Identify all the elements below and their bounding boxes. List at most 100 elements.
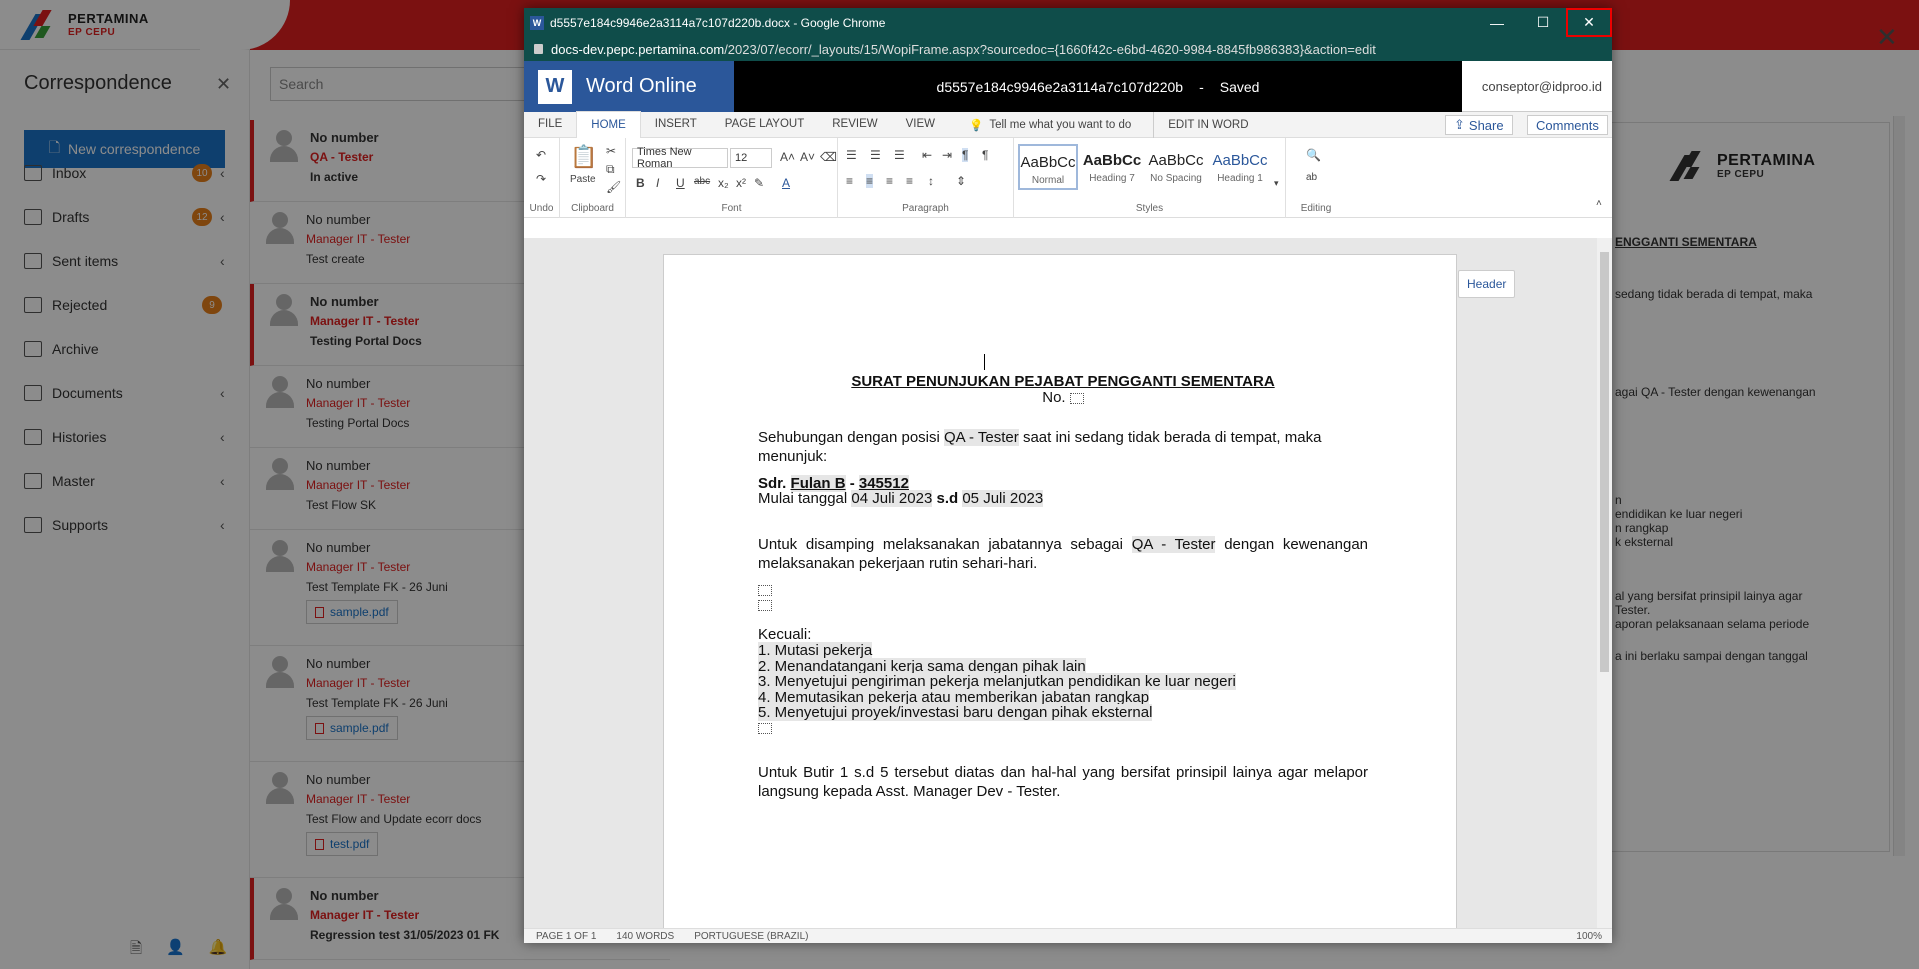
tab-page-layout[interactable]: PAGE LAYOUT: [711, 111, 818, 137]
style-name: Heading 1: [1217, 173, 1263, 184]
minimize-button[interactable]: —: [1474, 8, 1520, 37]
font-name-value: Times New Roman: [637, 146, 692, 170]
document-scrollbar[interactable]: [1597, 238, 1612, 928]
number-field: [1069, 392, 1084, 404]
styles-more-icon[interactable]: ▾: [1274, 178, 1279, 189]
align-left-icon[interactable]: ≡: [846, 174, 853, 188]
font-size-value: 12: [735, 152, 748, 164]
style-name: Heading 7: [1089, 173, 1135, 184]
font-size-combo[interactable]: 12: [730, 148, 772, 168]
font-name-combo[interactable]: Times New Roman: [632, 146, 728, 170]
copy-icon[interactable]: ⧉: [606, 162, 615, 177]
period-start-label: Mulai tanggal: [758, 490, 848, 507]
url-host: docs-dev.pepc.pertamina.com: [551, 41, 725, 57]
replace-icon[interactable]: ab: [1306, 172, 1317, 183]
bold-icon[interactable]: B: [636, 176, 645, 190]
word-brand[interactable]: W Word Online: [524, 61, 734, 112]
window-title: d5557e184c9946e2a3114a7c107d220b.docx - …: [550, 15, 886, 30]
style-heading-7[interactable]: AaBbCc Heading 7: [1082, 144, 1142, 190]
align-right-icon[interactable]: ≡: [886, 174, 893, 188]
shrink-font-icon[interactable]: A˅: [800, 150, 815, 164]
zoom-level[interactable]: 100%: [1576, 931, 1602, 942]
comments-button[interactable]: Comments: [1527, 115, 1608, 135]
justify-icon[interactable]: ≡: [906, 174, 913, 188]
subscript-icon[interactable]: x₂: [718, 176, 729, 190]
strikethrough-icon[interactable]: abc: [694, 176, 710, 187]
tab-home[interactable]: HOME: [576, 111, 641, 138]
ribbon-home: ↶ ↷ Undo 📋 Paste ✂ ⧉ 🖌 Clipboard Times N…: [524, 138, 1612, 218]
style-no-spacing[interactable]: AaBbCc No Spacing: [1146, 144, 1206, 190]
style-heading-1[interactable]: AaBbCc Heading 1: [1210, 144, 1270, 190]
style-name: Normal: [1031, 175, 1065, 186]
clipboard-group: 📋 Paste ✂ ⧉ 🖌 Clipboard: [560, 138, 626, 218]
find-icon[interactable]: 🔍: [1306, 148, 1321, 162]
field-placeholder-3: [758, 718, 1368, 737]
group-label-undo: Undo: [529, 203, 554, 214]
letter-number: No.: [758, 388, 1368, 407]
style-sample: AaBbCc: [1212, 152, 1268, 169]
word-app-bar: W Word Online d5557e184c9946e2a3114a7c10…: [524, 61, 1612, 112]
user-account[interactable]: conseptor@idproo.id: [1462, 61, 1612, 112]
decrease-indent-icon[interactable]: ⇤: [922, 148, 932, 162]
document-canvas[interactable]: SURAT PENUNJUKAN PEJABAT PENGGANTI SEMEN…: [524, 238, 1597, 928]
undo-icon[interactable]: ↶: [536, 148, 546, 162]
increase-indent-icon[interactable]: ⇥: [942, 148, 952, 162]
numbering-icon[interactable]: ☰: [870, 148, 881, 162]
styles-group: AaBbCc Normal AaBbCc Heading 7 AaBbCc No Spac…: [1014, 138, 1286, 218]
collapse-ribbon-icon[interactable]: ˄: [1596, 198, 1602, 209]
italic-icon[interactable]: I: [656, 176, 659, 190]
font-group: Times New Roman 12 A˄ A˅ ⌫ B I U abc x₂ …: [626, 138, 838, 218]
document-name-bar: d5557e184c9946e2a3114a7c107d220b - Saved: [734, 61, 1462, 112]
cut-icon[interactable]: ✂: [606, 144, 616, 158]
chrome-popup-window: W d5557e184c9946e2a3114a7c107d220b.docx …: [524, 8, 1612, 943]
edit-in-word-tab[interactable]: EDIT IN WORD: [1153, 111, 1262, 138]
header-button[interactable]: Header: [1458, 270, 1516, 298]
language[interactable]: PORTUGUESE (BRAZIL): [694, 931, 808, 942]
scrollbar-thumb[interactable]: [1600, 252, 1609, 672]
duties-text-a: Untuk disamping melaksanakan jabatannya …: [758, 536, 1123, 553]
paragraph-closing: Untuk Butir 1 s.d 5 tersebut diatas dan …: [758, 764, 1368, 800]
editing-group: 🔍 ab Editing: [1286, 138, 1346, 218]
style-sample: AaBbCc: [1082, 152, 1142, 169]
font-color-icon[interactable]: A: [782, 176, 790, 190]
address-bar[interactable]: docs-dev.pepc.pertamina.com/2023/07/ecor…: [524, 37, 1612, 61]
tab-review[interactable]: REVIEW: [818, 111, 891, 137]
group-label-paragraph: Paragraph: [902, 203, 949, 214]
redo-icon[interactable]: ↷: [536, 172, 546, 186]
style-normal[interactable]: AaBbCc Normal: [1018, 144, 1078, 190]
paragraph-intro: Sehubungan dengan posisi QA - Tester saa…: [758, 428, 1368, 466]
document-name[interactable]: d5557e184c9946e2a3114a7c107d220b: [937, 79, 1184, 95]
word-doc-icon: W: [530, 15, 544, 30]
bullets-icon[interactable]: ☰: [846, 148, 857, 162]
paste-label: Paste: [570, 174, 596, 185]
document-page[interactable]: SURAT PENUNJUKAN PEJABAT PENGGANTI SEMEN…: [663, 254, 1457, 928]
grow-font-icon[interactable]: A˄: [780, 150, 795, 164]
tab-file[interactable]: FILE: [524, 111, 576, 137]
undo-group: ↶ ↷ Undo: [524, 138, 560, 218]
multilevel-icon[interactable]: ☰: [894, 148, 905, 162]
paste-icon[interactable]: 📋: [570, 144, 597, 170]
line-spacing-icon[interactable]: ↕: [928, 174, 934, 188]
paragraph-spacing-icon[interactable]: ⇕: [956, 174, 966, 188]
align-center-icon[interactable]: ≡: [866, 174, 874, 188]
tab-insert[interactable]: INSERT: [641, 111, 711, 137]
rtl-icon[interactable]: ¶: [982, 148, 988, 162]
highlight-icon[interactable]: ✎: [754, 176, 764, 190]
period-end-date: 05 Juli 2023: [962, 490, 1044, 507]
text-cursor: [984, 354, 988, 370]
lightbulb-icon: 💡: [969, 119, 984, 132]
style-sample: AaBbCc: [1148, 152, 1204, 169]
superscript-icon[interactable]: x²: [736, 176, 746, 190]
window-titlebar: W d5557e184c9946e2a3114a7c107d220b.docx …: [524, 8, 1612, 37]
intro-role: QA - Tester: [944, 429, 1019, 446]
share-button[interactable]: ⇪ Share: [1445, 115, 1513, 135]
ltr-icon[interactable]: ¶: [962, 148, 969, 162]
tell-me-box[interactable]: 💡 Tell me what you want to do: [949, 112, 1145, 138]
format-painter-icon[interactable]: 🖌: [606, 180, 621, 194]
underline-icon[interactable]: U: [676, 176, 685, 190]
close-window-button[interactable]: ✕: [1566, 8, 1612, 37]
maximize-button[interactable]: ☐: [1520, 8, 1566, 37]
tab-view[interactable]: VIEW: [892, 111, 949, 137]
name-separator: -: [1199, 78, 1204, 95]
clear-format-icon[interactable]: ⌫: [820, 150, 837, 164]
